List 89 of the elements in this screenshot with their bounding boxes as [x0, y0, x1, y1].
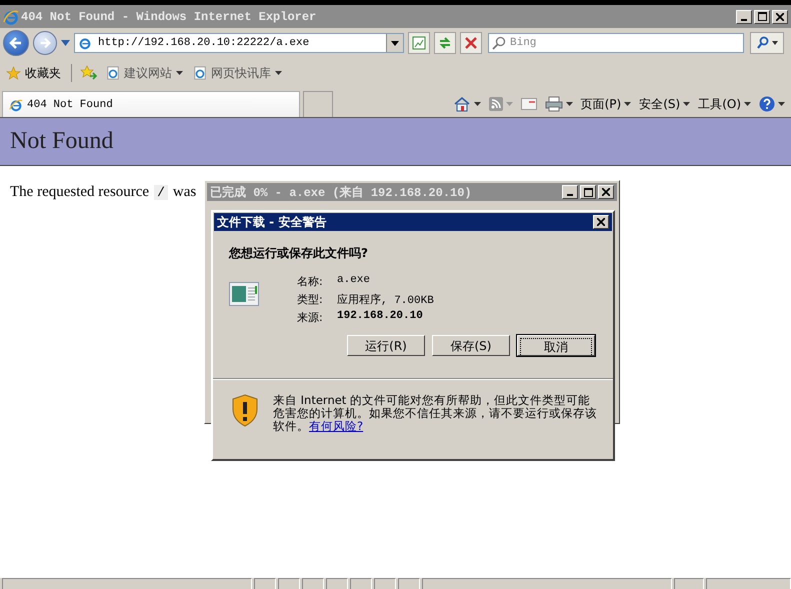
maximize-icon — [758, 12, 766, 21]
tab-title: 404 Not Found — [27, 98, 113, 110]
star-icon — [6, 66, 21, 80]
dialog-button[interactable]: 运行(R) — [347, 335, 425, 356]
field-value: a.exe — [337, 274, 370, 288]
chart-page-icon — [412, 36, 426, 50]
address-text: http://192.168.20.10:22222/a.exe — [98, 37, 310, 49]
warning-text: 来自 Internet 的文件可能对您有所帮助，但此文件类型可能危害您的计算机。如果您不信任其来源，请不要运行或保存该软件。有何风险? — [273, 394, 597, 433]
minimize-button[interactable] — [562, 185, 578, 199]
home-icon — [452, 96, 471, 112]
browser-tab[interactable]: 404 Not Found — [2, 91, 300, 117]
maximize-icon — [584, 188, 592, 196]
back-button[interactable] — [3, 30, 29, 56]
close-icon — [776, 12, 784, 20]
refresh-button[interactable] — [434, 32, 456, 54]
caret-icon — [772, 41, 778, 45]
mail-button[interactable] — [520, 98, 537, 110]
minimize-icon — [567, 194, 573, 196]
caret-icon — [624, 102, 632, 106]
field-label: 类型: — [297, 292, 324, 307]
address-field[interactable]: http://192.168.20.10:22222/a.exe — [74, 33, 404, 53]
close-button[interactable] — [593, 215, 609, 229]
body-text: was — [172, 184, 196, 201]
warning-shield-icon — [231, 394, 259, 427]
search-icon — [756, 36, 769, 50]
minimize-button[interactable] — [736, 10, 752, 24]
code-text: / — [154, 185, 168, 200]
close-icon — [597, 218, 605, 226]
help-button[interactable] — [759, 96, 785, 112]
window-title: 404 Not Found - Windows Internet Explorer — [21, 10, 318, 24]
page-icon — [106, 66, 120, 80]
caret-icon — [778, 102, 785, 106]
command-menu[interactable]: 工具(O) — [698, 96, 751, 112]
page-heading: Not Found — [10, 128, 114, 155]
close-button[interactable] — [772, 10, 788, 24]
field-label: 来源: — [297, 310, 324, 325]
application-icon — [229, 282, 259, 306]
close-button[interactable] — [598, 185, 614, 199]
caret-icon — [683, 102, 690, 106]
printer-icon — [544, 96, 563, 112]
dialog-title: 文件下载 - 安全警告 — [217, 214, 326, 230]
maximize-button[interactable] — [580, 185, 596, 199]
forward-arrow-icon — [38, 36, 52, 50]
caret-icon — [275, 71, 282, 75]
close-icon — [602, 188, 610, 196]
refresh-icon — [438, 36, 452, 50]
back-arrow-icon — [8, 35, 24, 51]
forward-button[interactable] — [33, 31, 57, 55]
dialog-button[interactable]: 保存(S) — [432, 335, 510, 356]
caret-icon[interactable] — [61, 40, 70, 46]
dropdown-button[interactable] — [386, 34, 403, 52]
command-menu[interactable]: 页面(P) — [580, 96, 632, 112]
search-box[interactable]: Bing — [488, 33, 744, 53]
home-button[interactable] — [452, 96, 481, 112]
page-icon — [193, 66, 207, 80]
stop-button[interactable] — [460, 32, 482, 54]
mail-icon — [520, 98, 537, 110]
window-title: 已完成 0% - a.exe (来自 192.168.20.10) — [210, 184, 473, 200]
stop-icon — [465, 37, 477, 49]
favorites-button[interactable]: 收藏夹 — [4, 64, 63, 82]
compatibility-view-button[interactable] — [408, 32, 430, 54]
minimize-icon — [741, 18, 747, 20]
favorites-bar-item[interactable]: 网页快讯库 — [191, 64, 284, 82]
maximize-button[interactable] — [754, 10, 770, 24]
caret-icon — [744, 102, 751, 106]
field-label: 名称: — [297, 274, 324, 289]
caret-icon — [474, 102, 481, 106]
search-icon — [492, 36, 506, 50]
dialog-question: 您想运行或保存此文件吗? — [229, 245, 369, 262]
caret-icon — [391, 40, 399, 46]
feed-icon — [488, 97, 503, 111]
dialog-button[interactable]: 取消 — [517, 335, 595, 356]
print-button[interactable] — [544, 96, 573, 112]
field-value: 应用程序, 7.00KB — [337, 292, 434, 307]
favorites-bar-item[interactable]: 建议网站 — [104, 64, 185, 82]
page-icon — [78, 36, 92, 50]
command-menu[interactable]: 安全(S) — [639, 96, 690, 112]
search-button[interactable] — [750, 32, 784, 54]
caret-icon — [506, 102, 513, 106]
caret-icon — [566, 102, 573, 106]
field-value: 192.168.20.10 — [337, 310, 423, 324]
caret-icon — [176, 71, 183, 75]
help-icon — [759, 96, 775, 112]
feeds-button[interactable] — [488, 97, 513, 111]
risk-link[interactable]: 有何风险? — [309, 419, 364, 433]
search-field[interactable]: Bing — [510, 37, 743, 49]
body-text: The requested resource — [10, 184, 150, 201]
browser-logo-icon — [9, 98, 23, 112]
browser-logo-icon — [3, 8, 19, 24]
